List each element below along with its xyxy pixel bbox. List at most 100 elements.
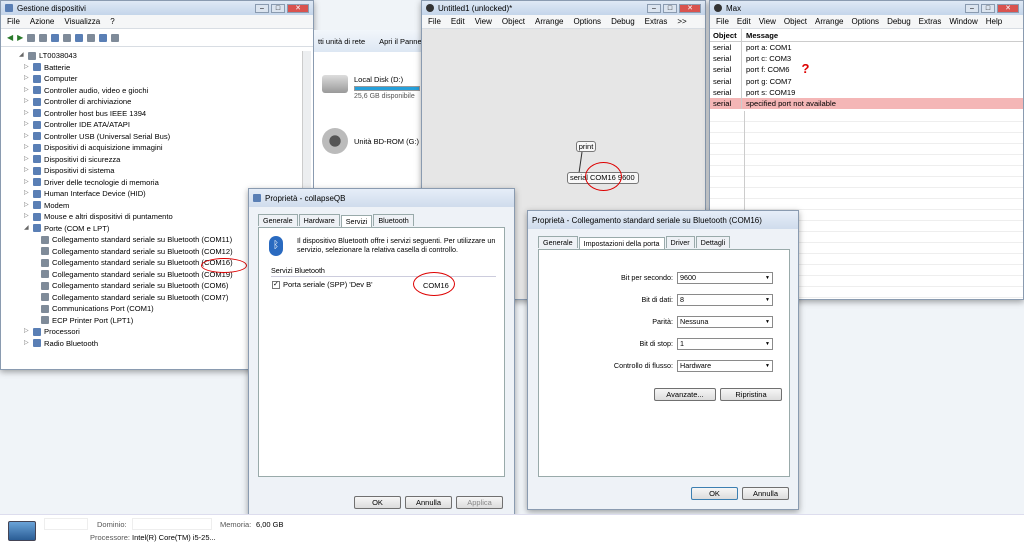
drive-local-d[interactable]: Local Disk (D:) 25,6 GB disponibile	[322, 75, 420, 100]
menu-options[interactable]: Options	[851, 17, 879, 26]
tree-item[interactable]: ▷ Dispositivi di sicurezza	[19, 154, 313, 166]
controllo-flusso-select[interactable]: Hardware	[677, 360, 773, 372]
tree-item[interactable]: ▷ Driver delle tecnologie di memoria	[19, 177, 313, 189]
menu-options[interactable]: Options	[573, 17, 601, 26]
service-checkbox[interactable]: ✓	[272, 280, 280, 289]
expand-arrow-icon[interactable]: ▷	[24, 108, 30, 120]
tab-hardware[interactable]: Hardware	[298, 214, 340, 226]
menu-debug[interactable]: Debug	[887, 17, 911, 26]
expand-arrow-icon[interactable]: ▷	[24, 96, 30, 108]
menu-view[interactable]: View	[475, 17, 492, 26]
tree-item[interactable]: ▷ Controller audio, video e giochi	[19, 85, 313, 97]
menu-help[interactable]: Help	[986, 17, 1002, 26]
console-row[interactable]: serial port g: COM7	[710, 75, 1023, 87]
expand-arrow-icon[interactable]: ▷	[24, 142, 30, 154]
map-network-drive-button[interactable]: tti unità di rete	[318, 37, 365, 46]
expand-arrow-icon[interactable]: ▷	[24, 62, 30, 74]
ok-button[interactable]: OK	[354, 496, 401, 509]
menu-help[interactable]: ?	[110, 17, 114, 26]
restore-button[interactable]: Ripristina	[720, 388, 782, 401]
tree-item[interactable]: ▷ Batterie	[19, 62, 313, 74]
console-row[interactable]: serial port s: COM19	[710, 86, 1023, 98]
column-object[interactable]: Object	[710, 29, 742, 41]
menu-extras[interactable]: Extras	[919, 17, 942, 26]
update-icon[interactable]	[87, 33, 96, 42]
console-row[interactable]: serial port a: COM1	[710, 42, 1023, 54]
menu-visualizza[interactable]: Visualizza	[64, 17, 100, 26]
expand-arrow-icon[interactable]: ▷	[24, 131, 30, 143]
close-button[interactable]: ✕	[679, 3, 701, 13]
dialog-titlebar[interactable]: Proprietà - Collegamento standard serial…	[528, 211, 798, 229]
uninstall-icon[interactable]	[99, 33, 108, 42]
maximize-button[interactable]: □	[663, 3, 677, 13]
expand-arrow-icon[interactable]: ▷	[24, 154, 30, 166]
tab-driver[interactable]: Driver	[665, 236, 695, 248]
tree-item[interactable]: ▷ Controller di archiviazione	[19, 96, 313, 108]
expand-arrow-icon[interactable]: ▷	[24, 326, 30, 338]
bit-per-secondo-select[interactable]: 9600	[677, 272, 773, 284]
expand-arrow-icon[interactable]: ▷	[24, 165, 30, 177]
open-control-panel-button[interactable]: Apri il Panne	[379, 37, 421, 46]
console-row[interactable]: serial port c: COM3	[710, 53, 1023, 65]
tree-item[interactable]: ▷ Computer	[19, 73, 313, 85]
menu-object[interactable]: Object	[784, 17, 807, 26]
maximize-button[interactable]: □	[981, 3, 995, 13]
tree-item[interactable]: ▷ Controller host bus IEEE 1394	[19, 108, 313, 120]
device-manager-titlebar[interactable]: Gestione dispositivi – □ ✕	[1, 1, 313, 15]
menu-file[interactable]: File	[428, 17, 441, 26]
menu-azione[interactable]: Azione	[30, 17, 54, 26]
expand-arrow-icon[interactable]: ▷	[24, 73, 30, 85]
menu-debug[interactable]: Debug	[611, 17, 635, 26]
console-titlebar[interactable]: Max – □ ✕	[710, 1, 1023, 15]
back-icon[interactable]: ◀	[7, 33, 13, 42]
menu-view[interactable]: View	[759, 17, 776, 26]
parita-select[interactable]: Nessuna	[677, 316, 773, 328]
dialog-titlebar[interactable]: Proprietà - collapseQB	[249, 189, 514, 207]
console-row[interactable]: serial port f: COM6?	[710, 62, 1023, 76]
advanced-button[interactable]: Avanzate...	[654, 388, 716, 401]
menu-file[interactable]: File	[716, 17, 729, 26]
bit-di-dati-select[interactable]: 8	[677, 294, 773, 306]
forward-icon[interactable]: ▶	[17, 33, 23, 42]
scan-icon[interactable]	[75, 33, 84, 42]
tab-servizi[interactable]: Servizi	[340, 215, 373, 227]
close-button[interactable]: ✕	[287, 3, 309, 13]
service-row[interactable]: ✓ Porta seriale (SPP) 'Dev B'	[272, 280, 373, 289]
expand-arrow-icon[interactable]: ▷	[24, 188, 30, 200]
menu-edit[interactable]: Edit	[737, 17, 751, 26]
tree-item[interactable]: ▷ Controller IDE ATA/ATAPI	[19, 119, 313, 131]
maximize-button[interactable]: □	[271, 3, 285, 13]
minimize-button[interactable]: –	[965, 3, 979, 13]
close-button[interactable]: ✕	[997, 3, 1019, 13]
help-icon[interactable]	[51, 33, 60, 42]
menu-arrange[interactable]: Arrange	[815, 17, 843, 26]
cancel-button[interactable]: Annulla	[405, 496, 452, 509]
expand-arrow-icon[interactable]: ▷	[24, 338, 30, 350]
menu-file[interactable]: File	[7, 17, 20, 26]
bit-di-stop-select[interactable]: 1	[677, 338, 773, 350]
ok-button[interactable]: OK	[691, 487, 738, 500]
menu-more[interactable]: >>	[677, 17, 686, 26]
cancel-button[interactable]: Annulla	[742, 487, 789, 500]
tree-root[interactable]: ◢ LT0038043	[19, 50, 313, 62]
properties-icon[interactable]	[63, 33, 72, 42]
menu-window[interactable]: Window	[949, 17, 977, 26]
apply-button[interactable]: Applica	[456, 496, 503, 509]
column-message[interactable]: Message	[742, 29, 778, 41]
tab-dettagli[interactable]: Dettagli	[695, 236, 731, 248]
expand-arrow-icon[interactable]: ▷	[24, 119, 30, 131]
collapse-arrow-icon[interactable]: ◢	[19, 50, 25, 62]
console-row-error[interactable]: serial specified port not available	[710, 97, 1023, 110]
tree-item[interactable]: ▷ Dispositivi di sistema	[19, 165, 313, 177]
expand-arrow-icon[interactable]: ▷	[24, 211, 30, 223]
view-icon-2[interactable]	[39, 33, 48, 42]
menu-edit[interactable]: Edit	[451, 17, 465, 26]
menu-extras[interactable]: Extras	[645, 17, 668, 26]
tab-generale[interactable]: Generale	[538, 236, 578, 248]
tree-item[interactable]: ▷ Dispositivi di acquisizione immagini	[19, 142, 313, 154]
minimize-button[interactable]: –	[255, 3, 269, 13]
patcher-titlebar[interactable]: Untitled1 (unlocked)* – □ ✕	[422, 1, 705, 15]
expand-arrow-icon[interactable]: ▷	[24, 85, 30, 97]
expand-arrow-icon[interactable]: ▷	[24, 177, 30, 189]
tab-bluetooth[interactable]: Bluetooth	[373, 214, 414, 226]
